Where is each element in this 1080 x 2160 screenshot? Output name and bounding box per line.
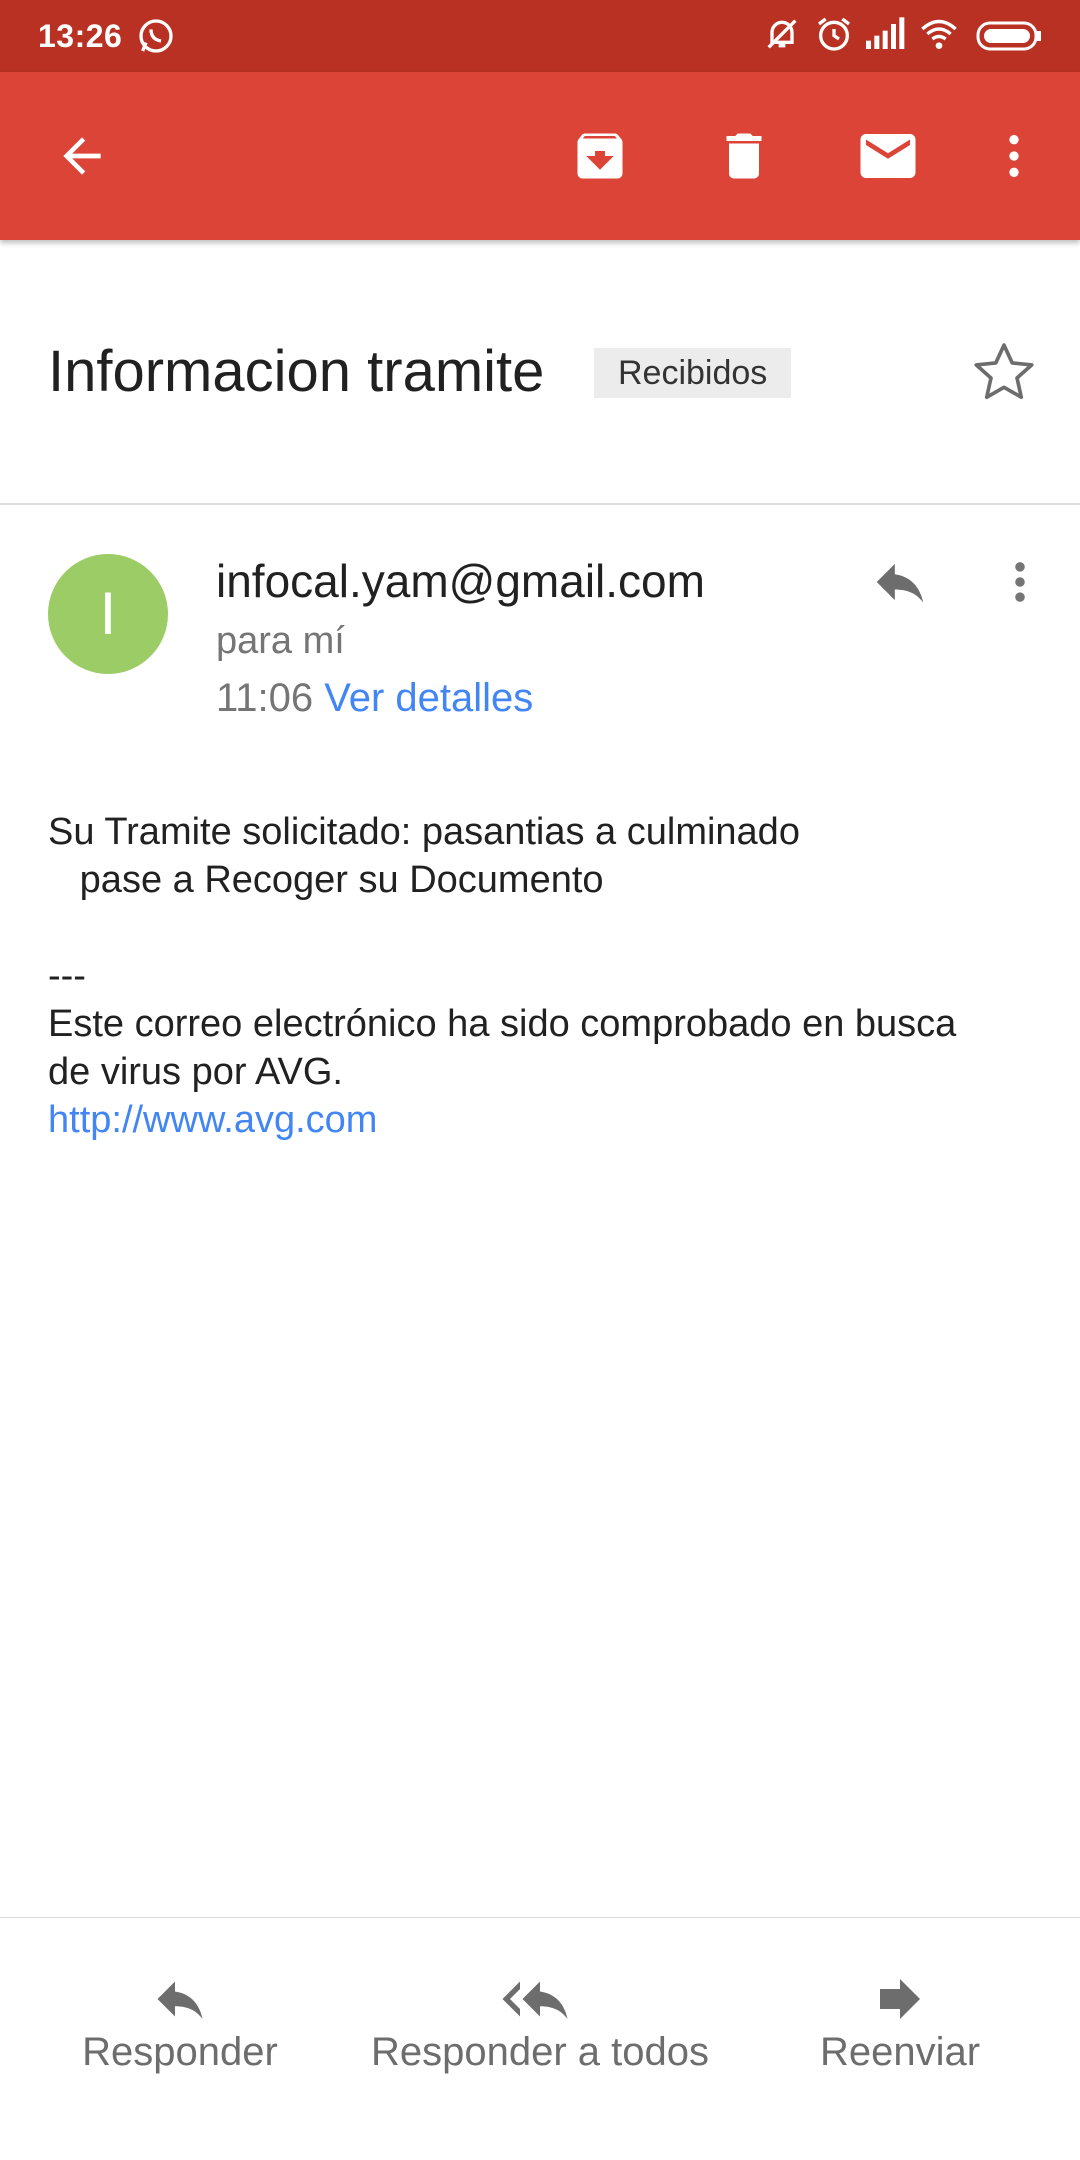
reply-all-label: Responder a todos: [370, 2030, 709, 2074]
message-meta: 11:06 Ver detalles: [216, 676, 533, 721]
mark-unread-icon[interactable]: [848, 116, 928, 196]
email-subject: Informacion tramite: [48, 339, 545, 404]
body-spacer: [48, 904, 1048, 952]
avg-link[interactable]: http://www.avg.com: [48, 1096, 1048, 1144]
battery-icon: [976, 20, 1044, 57]
message-more-icon[interactable]: [990, 544, 1050, 620]
status-time: 13:26: [38, 18, 123, 54]
reply-all-button[interactable]: Responder a todos: [360, 1968, 720, 2075]
more-vert-icon[interactable]: [974, 116, 1054, 196]
body-line: pase a Recoger su Documento: [48, 859, 604, 901]
sender-email[interactable]: infocal.yam@gmail.com: [216, 554, 705, 608]
bottom-action-bar: Responder Responder a todos Reenviar: [0, 1918, 1080, 2160]
signature-separator: ---: [48, 955, 86, 997]
reply-icon: [70, 1968, 290, 2030]
label-chip[interactable]: Recibidos: [594, 348, 792, 398]
message-time: 11:06: [216, 676, 314, 720]
star-icon[interactable]: [970, 338, 1042, 410]
whatsapp-icon: [136, 16, 176, 61]
forward-label: Reenviar: [819, 2030, 981, 2074]
forward-button[interactable]: Reenviar: [800, 1968, 1000, 2075]
signal-icon: [864, 14, 908, 59]
body-line: de virus por AVG.: [48, 1051, 343, 1093]
divider: [0, 503, 1080, 505]
toolbar: [0, 72, 1080, 240]
forward-icon: [800, 1968, 1000, 2030]
back-arrow-icon[interactable]: [42, 116, 122, 196]
avatar[interactable]: I: [48, 554, 168, 674]
bell-off-icon: [762, 14, 802, 59]
status-bar: 13:26: [0, 0, 1080, 72]
reply-label: Responder: [82, 2030, 278, 2074]
body-line: Este correo electrónico ha sido comproba…: [48, 1003, 957, 1045]
body-line: Su Tramite solicitado: pasantias a culmi…: [48, 811, 800, 853]
wifi-icon: [918, 14, 960, 59]
reply-button[interactable]: Responder: [70, 1968, 290, 2075]
archive-icon[interactable]: [560, 116, 640, 196]
alarm-icon: [814, 14, 854, 59]
delete-icon[interactable]: [704, 116, 784, 196]
subject-header: Informacion tramite Recibidos: [0, 240, 1080, 504]
recipient-label: para mí: [216, 620, 345, 662]
message-body: Su Tramite solicitado: pasantias a culmi…: [48, 808, 1048, 1144]
reply-icon[interactable]: [862, 544, 938, 620]
details-link[interactable]: Ver detalles: [324, 676, 533, 720]
reply-all-icon: [360, 1968, 720, 2030]
